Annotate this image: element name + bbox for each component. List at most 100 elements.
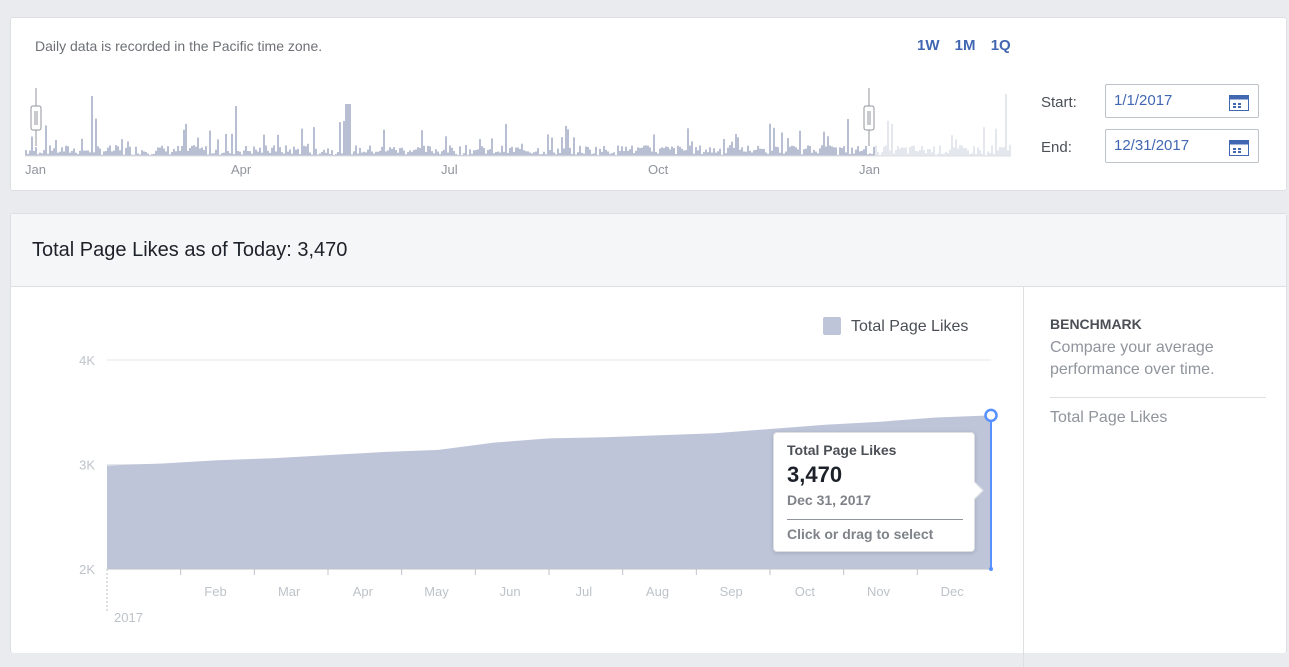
overview-bar <box>857 146 859 156</box>
overview-bar <box>419 147 421 156</box>
overview-bar <box>437 151 439 156</box>
overview-bar <box>39 152 41 156</box>
overview-bar <box>339 122 341 156</box>
overview-bar <box>363 151 365 156</box>
overview-bar <box>605 149 607 156</box>
overview-bar <box>717 151 719 156</box>
overview-bar <box>343 121 345 156</box>
overview-bar <box>71 150 73 156</box>
overview-bar <box>87 150 89 156</box>
overview-bar <box>365 152 367 156</box>
overview-bar <box>927 149 929 156</box>
overview-bar <box>677 145 679 156</box>
overview-timeline[interactable]: Jan Apr Jul Oct Jan <box>11 18 1288 192</box>
overview-bar <box>409 150 411 156</box>
focus-point[interactable] <box>984 408 998 423</box>
start-date-input[interactable]: 1/1/2017 <box>1105 84 1259 118</box>
x-tick-label: Apr <box>353 584 374 599</box>
overview-bar <box>731 141 733 156</box>
overview-bar <box>687 128 689 156</box>
overview-bar <box>533 152 535 156</box>
overview-bar <box>389 147 391 156</box>
calendar-icon[interactable] <box>1229 140 1249 156</box>
overview-bar <box>423 145 425 156</box>
overview-bar <box>603 145 605 156</box>
overview-bar <box>263 134 265 156</box>
overview-bar <box>569 147 571 156</box>
overview-bar <box>919 149 921 156</box>
overview-bar <box>951 135 953 156</box>
overview-bar <box>747 145 749 156</box>
x-tick-label: Nov <box>867 584 891 599</box>
tooltip-series-name: Total Page Likes <box>787 442 897 458</box>
overview-bar <box>243 150 245 156</box>
overview-bar <box>381 146 383 156</box>
range-end-handle[interactable] <box>863 88 875 146</box>
overview-bar <box>865 145 867 156</box>
overview-bar <box>859 151 861 156</box>
overview-bar <box>735 134 737 156</box>
overview-bar <box>939 145 941 156</box>
overview-bar <box>875 145 877 156</box>
overview-bar <box>523 150 525 156</box>
overview-bar <box>637 147 639 156</box>
overview-bar <box>79 150 81 156</box>
overview-bar <box>521 143 523 156</box>
end-date-input[interactable]: 12/31/2017 <box>1105 129 1259 163</box>
overview-bar <box>145 152 147 156</box>
overview-bar <box>551 137 553 156</box>
overview-bar <box>31 136 33 156</box>
overview-bar <box>697 150 699 156</box>
overview-bar <box>923 150 925 156</box>
overview-bar <box>699 145 701 156</box>
overview-bar <box>105 151 107 156</box>
overview-bar <box>53 148 55 156</box>
overview-bar <box>1009 144 1011 156</box>
overview-bar <box>991 145 993 156</box>
overview-bar <box>647 145 649 156</box>
overview-bar <box>349 104 351 156</box>
overview-bar <box>863 149 865 156</box>
overview-bar <box>501 145 503 156</box>
overview-bar <box>827 136 829 156</box>
overview-bar <box>347 104 349 156</box>
overview-bar <box>361 152 363 156</box>
overview-bar <box>401 147 403 156</box>
overview-bar <box>641 147 643 156</box>
overview-bar <box>689 145 691 156</box>
overview-bar <box>775 146 777 156</box>
overview-bar <box>601 151 603 156</box>
overview-bar <box>231 133 233 156</box>
benchmark-metric-total-page-likes[interactable]: Total Page Likes <box>1050 409 1167 427</box>
overview-bar <box>743 151 745 156</box>
overview-bar <box>481 146 483 156</box>
overview-bar <box>205 146 207 156</box>
overview-bar <box>135 146 137 156</box>
y-tick-label: 3K <box>79 458 95 473</box>
overview-bar <box>963 147 965 156</box>
overview-bar <box>175 151 177 156</box>
overview-bar <box>353 151 355 156</box>
overview-bar <box>979 150 981 156</box>
overview-bar <box>809 145 811 156</box>
start-date-label: Start: <box>1041 94 1077 111</box>
overview-bar <box>477 149 479 156</box>
overview-bar <box>301 128 303 156</box>
overview-bar <box>165 151 167 156</box>
overview-bar <box>885 145 887 156</box>
overview-bar <box>719 148 721 156</box>
overview-bar <box>769 123 771 156</box>
overview-bar <box>967 150 969 156</box>
overview-bar <box>429 146 431 156</box>
overview-bar <box>519 149 521 156</box>
overview-bar <box>97 146 99 156</box>
overview-bar <box>673 147 675 156</box>
overview-bar <box>125 147 127 156</box>
overview-bar <box>911 145 913 156</box>
overview-bar <box>509 147 511 156</box>
overview-bar <box>751 152 753 156</box>
overview-bar <box>527 151 529 156</box>
calendar-icon[interactable] <box>1229 95 1249 111</box>
overview-bar <box>821 145 823 156</box>
overview-bar <box>303 145 305 156</box>
